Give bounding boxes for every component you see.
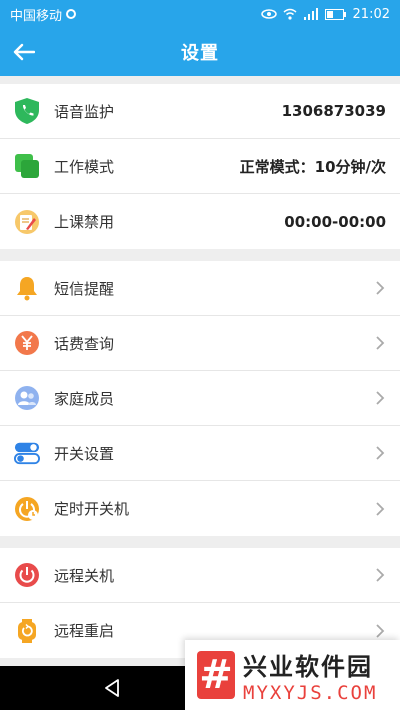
restart-icon	[14, 618, 40, 644]
remote-shutdown-row[interactable]: 远程关机	[0, 548, 400, 603]
row-value: 正常模式：10分钟/次	[239, 157, 386, 176]
page-title: 设置	[181, 43, 219, 64]
device-info-section: 语音监护 1306873039 工作模式 正常模式：10分钟/次 上课禁用 00…	[0, 84, 400, 249]
row-label: 开关设置	[54, 444, 115, 463]
toggle-switches-icon	[14, 440, 40, 466]
row-value: 1306873039	[281, 102, 386, 120]
back-button[interactable]	[10, 38, 38, 66]
notification-icon	[66, 9, 77, 19]
row-label: 短信提醒	[54, 279, 115, 298]
wifi-icon	[283, 8, 297, 20]
row-value: 00:00-00:00	[284, 212, 386, 231]
watermark-logo: #	[197, 651, 235, 699]
chevron-right-icon	[374, 445, 386, 461]
row-label: 话费查询	[54, 334, 115, 353]
family-members-row[interactable]: 家庭成员	[0, 371, 400, 426]
class-disable-row[interactable]: 上课禁用 00:00-00:00	[0, 194, 400, 249]
family-icon	[14, 385, 40, 411]
watermark: # 兴业软件园 MYXYJS.COM	[185, 640, 400, 710]
watermark-title: 兴业软件园	[243, 652, 373, 681]
row-label: 工作模式	[54, 157, 115, 176]
balance-query-row[interactable]: 话费查询	[0, 316, 400, 371]
timer-power-icon	[14, 496, 40, 522]
back-arrow-icon	[13, 43, 35, 61]
chevron-right-icon	[374, 567, 386, 583]
chevron-right-icon	[374, 501, 386, 517]
row-label: 远程重启	[54, 622, 115, 640]
power-icon	[14, 562, 40, 588]
row-label: 语音监护	[54, 102, 115, 121]
work-mode-icon	[14, 153, 40, 179]
battery-icon	[324, 8, 347, 20]
chevron-right-icon	[374, 623, 386, 639]
row-label: 上课禁用	[54, 213, 115, 231]
chevron-right-icon	[374, 335, 386, 351]
settings-list: 语音监护 1306873039 工作模式 正常模式：10分钟/次 上课禁用 00…	[0, 76, 400, 666]
nav-back-button[interactable]	[100, 676, 124, 700]
row-label: 家庭成员	[54, 389, 115, 408]
status-time: 21:02	[352, 6, 390, 22]
bell-icon	[14, 275, 40, 301]
watermark-url: MYXYJS.COM	[243, 681, 378, 704]
features-section: 短信提醒 话费查询 家庭成员 开关设置 定时开关机	[0, 261, 400, 536]
work-mode-row[interactable]: 工作模式 正常模式：10分钟/次	[0, 139, 400, 194]
switch-settings-row[interactable]: 开关设置	[0, 426, 400, 481]
signal-icon	[303, 8, 319, 20]
status-bar: 中国移动 21:02	[0, 0, 400, 28]
scheduled-power-row[interactable]: 定时开关机	[0, 481, 400, 536]
shield-phone-icon	[14, 98, 40, 124]
row-label: 远程关机	[54, 566, 115, 585]
yuan-icon	[14, 330, 40, 356]
row-label: 定时开关机	[54, 500, 130, 518]
eye-icon	[260, 9, 277, 19]
triangle-back-icon	[105, 679, 119, 697]
sms-reminder-row[interactable]: 短信提醒	[0, 261, 400, 316]
app-bar: 设置	[0, 28, 400, 76]
voice-monitor-row[interactable]: 语音监护 1306873039	[0, 84, 400, 139]
chevron-right-icon	[374, 390, 386, 406]
class-disable-icon	[14, 209, 40, 235]
carrier-name: 中国移动	[10, 8, 63, 24]
chevron-right-icon	[374, 280, 386, 296]
